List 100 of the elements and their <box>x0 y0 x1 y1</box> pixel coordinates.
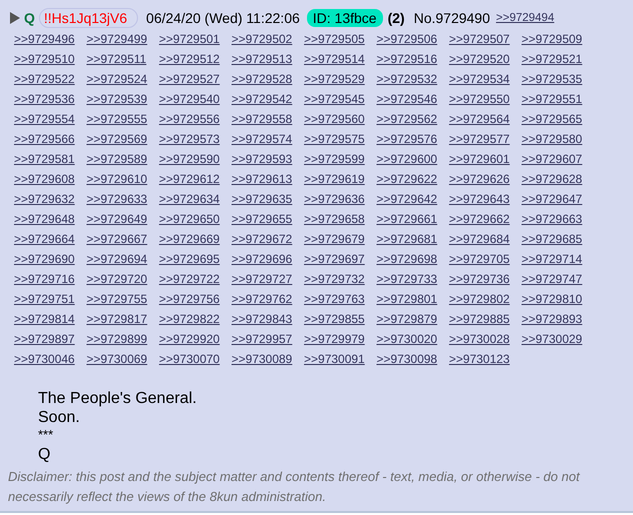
reply-link[interactable]: >>9729536 <box>14 90 86 108</box>
reply-link[interactable]: >>9729634 <box>159 190 232 208</box>
reply-link[interactable]: >>9729516 <box>376 50 449 68</box>
reply-link[interactable]: >>9730028 <box>449 330 522 348</box>
reply-link[interactable]: >>9729716 <box>14 270 86 288</box>
reply-link[interactable]: >>9729512 <box>159 50 232 68</box>
reply-link[interactable]: >>9729510 <box>14 50 86 68</box>
reply-link[interactable]: >>9729529 <box>304 70 376 88</box>
reply-link[interactable]: >>9729613 <box>232 170 304 188</box>
reply-link[interactable]: >>9729535 <box>522 70 594 88</box>
reply-link[interactable]: >>9729957 <box>232 330 304 348</box>
reply-link[interactable]: >>9729556 <box>159 110 232 128</box>
reply-link[interactable]: >>9729628 <box>522 170 594 188</box>
reply-link[interactable]: >>9729643 <box>449 190 522 208</box>
reply-link[interactable]: >>9729511 <box>86 50 159 68</box>
reply-link[interactable]: >>9729506 <box>376 30 449 48</box>
reply-link[interactable]: >>9729610 <box>86 170 159 188</box>
poster-id[interactable]: ID: 13fbce <box>306 9 383 27</box>
reply-link[interactable]: >>9729509 <box>522 30 594 48</box>
reply-link[interactable]: >>9729580 <box>522 130 594 148</box>
reply-link[interactable]: >>9729566 <box>14 130 86 148</box>
reply-link[interactable]: >>9729655 <box>232 210 304 228</box>
reply-link[interactable]: >>9729626 <box>449 170 522 188</box>
reply-link[interactable]: >>9729542 <box>232 90 304 108</box>
reply-link[interactable]: >>9729756 <box>159 290 232 308</box>
reply-link[interactable]: >>9729565 <box>522 110 594 128</box>
reply-link[interactable]: >>9729732 <box>304 270 376 288</box>
reply-link[interactable]: >>9729496 <box>14 30 86 48</box>
reply-link[interactable]: >>9729600 <box>376 150 449 168</box>
reply-link[interactable]: >>9729599 <box>304 150 376 168</box>
reply-link[interactable]: >>9729720 <box>86 270 159 288</box>
reply-link[interactable]: >>9729801 <box>376 290 449 308</box>
reply-link[interactable]: >>9729879 <box>376 310 449 328</box>
reply-link[interactable]: >>9729669 <box>159 230 232 248</box>
reply-link[interactable]: >>9729667 <box>86 230 159 248</box>
reply-link[interactable]: >>9730098 <box>376 350 449 368</box>
reply-link[interactable]: >>9729685 <box>522 230 594 248</box>
reply-link[interactable]: >>9729534 <box>449 70 522 88</box>
reply-link[interactable]: >>9729979 <box>304 330 376 348</box>
reply-link[interactable]: >>9729762 <box>232 290 304 308</box>
reply-link[interactable]: >>9729733 <box>376 270 449 288</box>
reply-link[interactable]: >>9729635 <box>232 190 304 208</box>
reply-link[interactable]: >>9729546 <box>376 90 449 108</box>
reply-link[interactable]: >>9729527 <box>159 70 232 88</box>
reply-link[interactable]: >>9729590 <box>159 150 232 168</box>
reply-link[interactable]: >>9729494 <box>496 12 554 24</box>
reply-link[interactable]: >>9729507 <box>449 30 522 48</box>
reply-link[interactable]: >>9729684 <box>449 230 522 248</box>
reply-link[interactable]: >>9729513 <box>232 50 304 68</box>
reply-link[interactable]: >>9729642 <box>376 190 449 208</box>
reply-link[interactable]: >>9729545 <box>304 90 376 108</box>
reply-link[interactable]: >>9729550 <box>449 90 522 108</box>
reply-link[interactable]: >>9729681 <box>376 230 449 248</box>
reply-link[interactable]: >>9729696 <box>232 250 304 268</box>
reply-link[interactable]: >>9729763 <box>304 290 376 308</box>
reply-link[interactable]: >>9729560 <box>304 110 376 128</box>
reply-link[interactable]: >>9729581 <box>14 150 86 168</box>
reply-link[interactable]: >>9729885 <box>449 310 522 328</box>
reply-link[interactable]: >>9729551 <box>522 90 594 108</box>
reply-link[interactable]: >>9729528 <box>232 70 304 88</box>
reply-link[interactable]: >>9730069 <box>86 350 159 368</box>
reply-link[interactable]: >>9729558 <box>232 110 304 128</box>
reply-link[interactable]: >>9729502 <box>232 30 304 48</box>
reply-link[interactable]: >>9729661 <box>376 210 449 228</box>
reply-link[interactable]: >>9729608 <box>14 170 86 188</box>
reply-link[interactable]: >>9729695 <box>159 250 232 268</box>
reply-link[interactable]: >>9729672 <box>232 230 304 248</box>
reply-link[interactable]: >>9729755 <box>86 290 159 308</box>
reply-link[interactable]: >>9729522 <box>14 70 86 88</box>
reply-link[interactable]: >>9729679 <box>304 230 376 248</box>
reply-link[interactable]: >>9729648 <box>14 210 86 228</box>
reply-link[interactable]: >>9729705 <box>449 250 522 268</box>
reply-link[interactable]: >>9729814 <box>14 310 86 328</box>
reply-link[interactable]: >>9729601 <box>449 150 522 168</box>
reply-link[interactable]: >>9729619 <box>304 170 376 188</box>
reply-link[interactable]: >>9729562 <box>376 110 449 128</box>
reply-link[interactable]: >>9729576 <box>376 130 449 148</box>
reply-link[interactable]: >>9729690 <box>14 250 86 268</box>
reply-link[interactable]: >>9729554 <box>14 110 86 128</box>
reply-link[interactable]: >>9729564 <box>449 110 522 128</box>
reply-link[interactable]: >>9729575 <box>304 130 376 148</box>
reply-link[interactable]: >>9729589 <box>86 150 159 168</box>
reply-link[interactable]: >>9729658 <box>304 210 376 228</box>
reply-link[interactable]: >>9729899 <box>86 330 159 348</box>
reply-link[interactable]: >>9729501 <box>159 30 232 48</box>
reply-link[interactable]: >>9729555 <box>86 110 159 128</box>
reply-link[interactable]: >>9729747 <box>522 270 594 288</box>
reply-link[interactable]: >>9729663 <box>522 210 594 228</box>
reply-link[interactable]: >>9729632 <box>14 190 86 208</box>
post-number[interactable]: No.9729490 <box>414 10 490 26</box>
reply-link[interactable]: >>9729697 <box>304 250 376 268</box>
reply-link[interactable]: >>9729810 <box>522 290 594 308</box>
reply-link[interactable]: >>9730029 <box>522 330 594 348</box>
reply-link[interactable]: >>9729593 <box>232 150 304 168</box>
reply-link[interactable]: >>9729664 <box>14 230 86 248</box>
reply-link[interactable]: >>9729636 <box>304 190 376 208</box>
reply-link[interactable]: >>9729514 <box>304 50 376 68</box>
reply-link[interactable]: >>9729736 <box>449 270 522 288</box>
reply-link[interactable]: >>9729607 <box>522 150 594 168</box>
reply-link[interactable]: >>9729505 <box>304 30 376 48</box>
